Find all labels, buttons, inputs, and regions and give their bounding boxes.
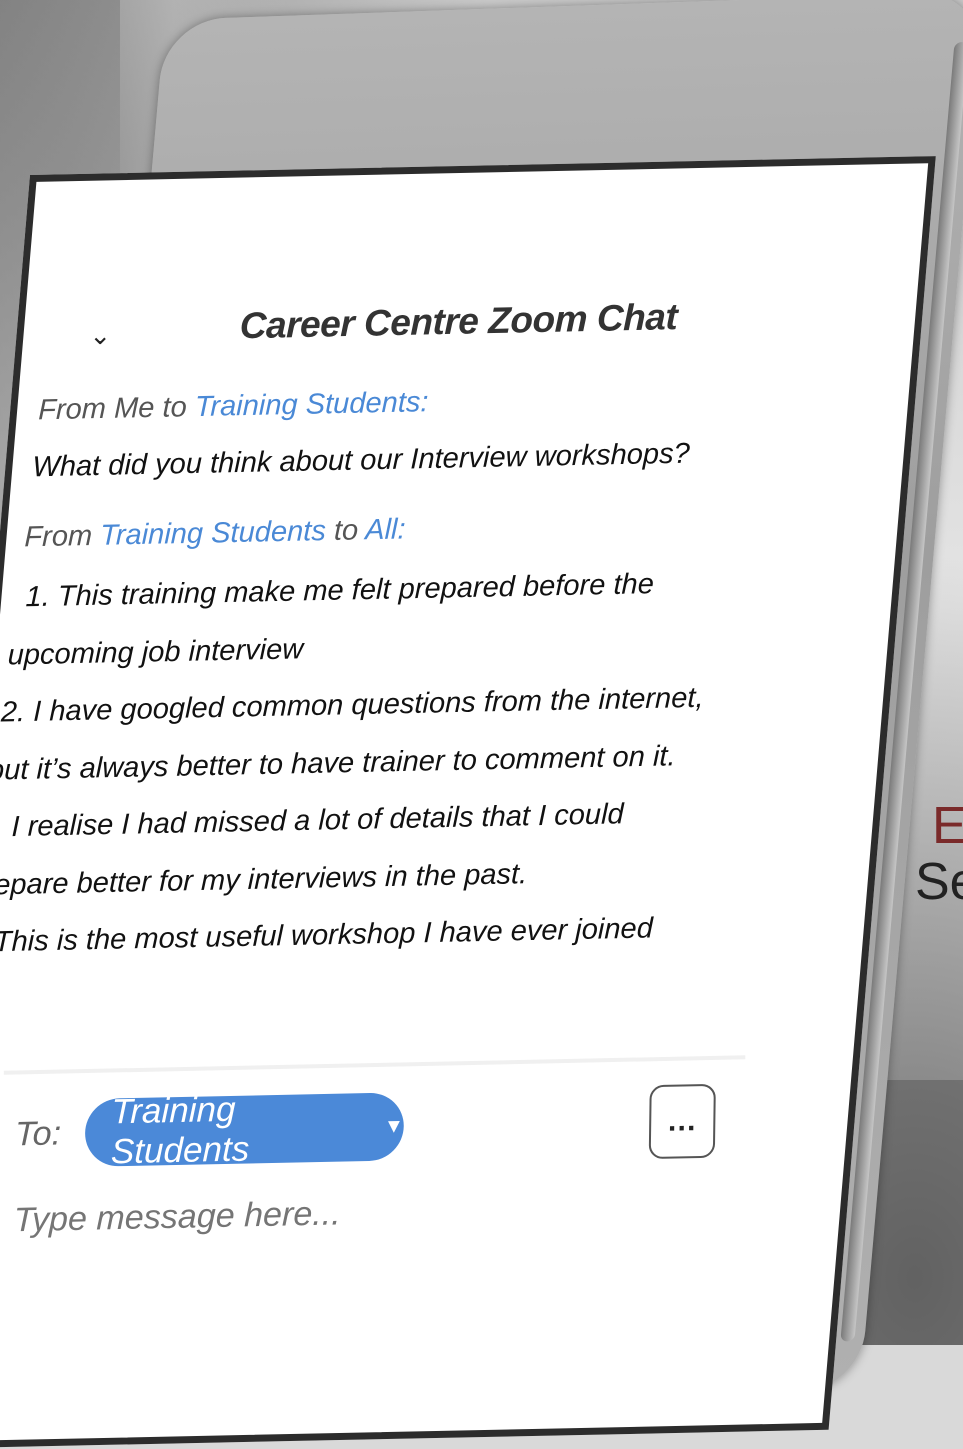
message-text: prepare better for my interviews in the … [0, 858, 528, 902]
message-text: 2. I have googled common questions from … [0, 681, 704, 729]
message-text: 1. This training make me felt prepared b… [25, 568, 655, 614]
message-text: What did you think about our Interview w… [32, 437, 691, 484]
message-recipient-link[interactable]: All [365, 514, 398, 547]
message-text: but it’s always better to have trainer t… [0, 740, 676, 787]
to-label: To: [14, 1114, 62, 1154]
recipient-dropdown[interactable]: Training Students ▼ [84, 1090, 405, 1171]
chevron-down-icon[interactable]: ⌄ [89, 320, 111, 351]
chat-screen: ⌄ Career Centre Zoom Chat From Me to Tra… [0, 156, 936, 1449]
composer-divider [3, 1055, 746, 1075]
message-text: 3. I realise I had missed a lot of detai… [0, 798, 624, 844]
message-colon: : [420, 386, 429, 419]
background-text-e: E [932, 797, 963, 855]
recipient-dropdown-label: Training Students [110, 1089, 250, 1172]
caret-down-icon: ▼ [383, 1114, 404, 1138]
more-options-button[interactable]: … [648, 1083, 716, 1160]
chat-title: Career Centre Zoom Chat [239, 296, 678, 347]
message-header: From Me to Training Students: [38, 386, 429, 427]
message-to: to [325, 514, 366, 548]
background-text-s: Se [915, 853, 963, 911]
message-text: upcoming job interview [7, 633, 304, 672]
message-text: 4. This is the most useful workshop I ha… [0, 912, 654, 959]
message-colon: : [397, 513, 406, 546]
message-input[interactable] [11, 1187, 618, 1242]
message-recipient-link[interactable]: Training Students [195, 386, 421, 423]
chat-content: ⌄ Career Centre Zoom Chat From Me to Tra… [0, 163, 928, 1440]
message-from: From [24, 519, 101, 554]
message-from: From Me to [37, 391, 196, 427]
message-header: From Training Students to All: [24, 513, 406, 554]
message-sender-link[interactable]: Training Students [100, 515, 326, 552]
